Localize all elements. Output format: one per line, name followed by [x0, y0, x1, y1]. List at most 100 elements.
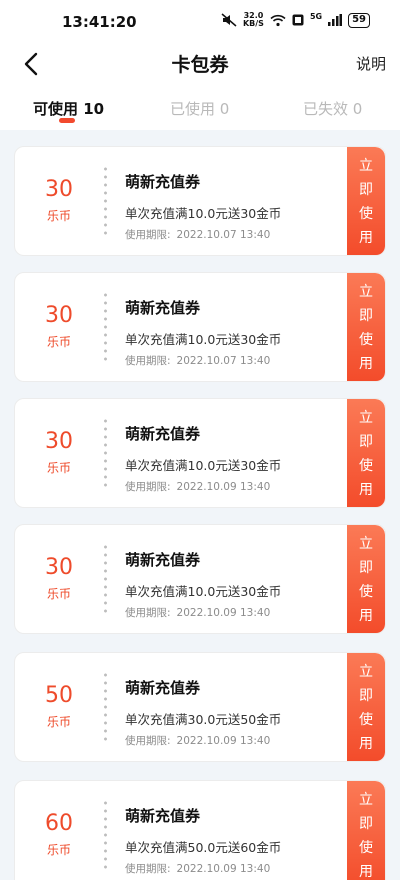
use-now-button[interactable]: 立 即 使 用: [347, 399, 385, 507]
coupon-unit: 乐币: [46, 335, 71, 349]
use-button-char: 使: [359, 584, 373, 600]
coupon-card: 30 乐币 萌新充值券 单次充值满10.0元送30金币 使用期限: 2022.10…: [14, 398, 386, 508]
expiry-date: 2022.10.09 13:40: [176, 863, 271, 875]
page-title: 卡包券: [171, 54, 229, 76]
use-button-char: 用: [359, 356, 373, 372]
coupon-description: 单次充值满50.0元送60金币: [125, 840, 282, 855]
use-button-char: 使: [359, 332, 373, 348]
coupon-unit: 乐币: [46, 843, 71, 857]
use-button-char: 用: [359, 482, 373, 498]
use-button-char: 使: [359, 206, 373, 222]
use-button-char: 即: [359, 816, 373, 832]
coupon-title: 萌新充值券: [125, 299, 201, 317]
use-button-char: 用: [359, 736, 373, 752]
expiry-label: 使用期限:: [125, 607, 171, 619]
expiry-label: 使用期限:: [125, 481, 171, 493]
coupon-divider: [104, 165, 107, 237]
signal-label: 5G: [309, 12, 323, 21]
tab-available[interactable]: 可使用 10: [33, 98, 104, 119]
coupon-expiry: 使用期限: 2022.10.07 13:40: [125, 353, 276, 368]
coupon-expiry: 使用期限: 2022.10.09 13:40: [125, 733, 276, 748]
help-link[interactable]: 说明: [356, 53, 386, 74]
coupon-title: 萌新充值券: [125, 551, 201, 569]
battery-icon: 59: [348, 12, 370, 28]
signal-icon: [328, 14, 343, 26]
use-button-char: 用: [359, 864, 373, 880]
use-now-button[interactable]: 立 即 使 用: [347, 653, 385, 761]
status-icons: 32.0 KB/S 5G 59: [221, 12, 370, 28]
header: 卡包券 说明: [0, 44, 400, 84]
use-button-char: 使: [359, 458, 373, 474]
coupon-title: 萌新充值券: [125, 425, 201, 443]
coupon-unit: 乐币: [46, 587, 71, 601]
coupon-amount: 60: [45, 811, 73, 836]
back-arrow-icon[interactable]: [18, 50, 46, 78]
expiry-label: 使用期限:: [125, 863, 171, 875]
use-now-button[interactable]: 立 即 使 用: [347, 273, 385, 381]
use-button-char: 立: [359, 792, 373, 808]
expiry-date: 2022.10.07 13:40: [176, 229, 271, 241]
coupon-amount: 30: [45, 303, 73, 328]
status-bar: 13:41:20 32.0 KB/S 5G 59: [0, 0, 400, 44]
use-now-button[interactable]: 立 即 使 用: [347, 525, 385, 633]
coupon-card: 50 乐币 萌新充值券 单次充值满30.0元送50金币 使用期限: 2022.10…: [14, 652, 386, 762]
mute-icon: [221, 13, 237, 27]
coupon-divider: [104, 671, 107, 743]
expiry-label: 使用期限:: [125, 735, 171, 747]
coupon-description: 单次充值满10.0元送30金币: [125, 584, 282, 599]
tab-active-indicator: [59, 118, 75, 123]
coupon-description: 单次充值满10.0元送30金币: [125, 206, 282, 221]
coupon-list: 30 乐币 萌新充值券 单次充值满10.0元送30金币 使用期限: 2022.10…: [0, 130, 400, 880]
coupon-amount: 30: [45, 555, 73, 580]
coupon-divider: [104, 291, 107, 363]
expiry-date: 2022.10.07 13:40: [176, 355, 271, 367]
expiry-date: 2022.10.09 13:40: [176, 481, 271, 493]
coupon-unit: 乐币: [46, 715, 71, 729]
use-button-char: 即: [359, 688, 373, 704]
coupon-title: 萌新充值券: [125, 679, 201, 697]
hd-icon: [292, 14, 304, 26]
coupon-amount: 30: [45, 177, 73, 202]
expiry-label: 使用期限:: [125, 229, 171, 241]
use-button-char: 立: [359, 536, 373, 552]
coupon-divider: [104, 543, 107, 615]
wifi-icon: [270, 14, 286, 26]
net-speed-unit: KB/S: [242, 19, 264, 28]
use-button-char: 即: [359, 182, 373, 198]
use-button-char: 使: [359, 712, 373, 728]
coupon-title: 萌新充值券: [125, 173, 201, 191]
use-button-char: 即: [359, 560, 373, 576]
use-button-char: 立: [359, 664, 373, 680]
coupon-divider: [104, 799, 107, 871]
coupon-amount: 50: [45, 683, 73, 708]
coupon-title: 萌新充值券: [125, 807, 201, 825]
coupon-expiry: 使用期限: 2022.10.09 13:40: [125, 479, 276, 494]
tab-used[interactable]: 已使用 0: [170, 98, 229, 119]
use-now-button[interactable]: 立 即 使 用: [347, 781, 385, 880]
tab-expired[interactable]: 已失效 0: [303, 98, 362, 119]
coupon-description: 单次充值满10.0元送30金币: [125, 332, 282, 347]
expiry-date: 2022.10.09 13:40: [176, 735, 271, 747]
coupon-unit: 乐币: [46, 461, 71, 475]
net-speed: 32.0 KB/S: [243, 12, 264, 28]
coupon-card: 30 乐币 萌新充值券 单次充值满10.0元送30金币 使用期限: 2022.10…: [14, 524, 386, 634]
coupon-unit: 乐币: [46, 209, 71, 223]
use-button-char: 立: [359, 158, 373, 174]
tab-bar: 可使用 10 已使用 0 已失效 0: [0, 84, 400, 130]
coupon-description: 单次充值满10.0元送30金币: [125, 458, 282, 473]
coupon-divider: [104, 417, 107, 489]
coupon-card: 60 乐币 萌新充值券 单次充值满50.0元送60金币 使用期限: 2022.10…: [14, 780, 386, 880]
coupon-expiry: 使用期限: 2022.10.09 13:40: [125, 861, 276, 876]
coupon-expiry: 使用期限: 2022.10.07 13:40: [125, 227, 276, 242]
use-button-char: 即: [359, 434, 373, 450]
use-button-char: 使: [359, 840, 373, 856]
use-button-char: 用: [359, 230, 373, 246]
use-now-button[interactable]: 立 即 使 用: [347, 147, 385, 255]
coupon-card: 30 乐币 萌新充值券 单次充值满10.0元送30金币 使用期限: 2022.10…: [14, 272, 386, 382]
use-button-char: 即: [359, 308, 373, 324]
use-button-char: 立: [359, 284, 373, 300]
coupon-description: 单次充值满30.0元送50金币: [125, 712, 282, 727]
coupon-amount: 30: [45, 429, 73, 454]
expiry-date: 2022.10.09 13:40: [176, 607, 271, 619]
use-button-char: 用: [359, 608, 373, 624]
